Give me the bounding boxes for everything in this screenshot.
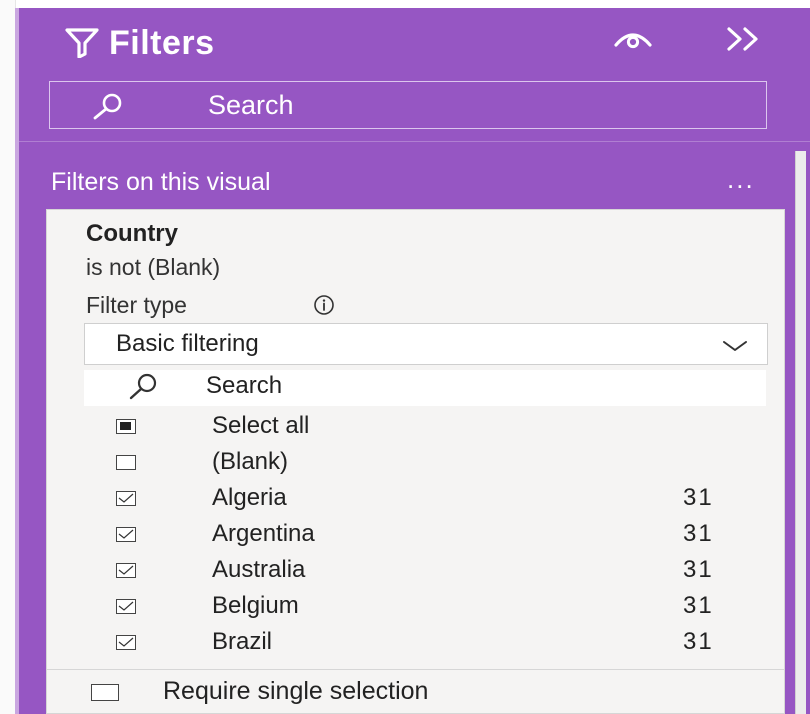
chevron-down-icon xyxy=(721,338,749,359)
filter-values-list: Select all (Blank) Algeria 31 Argentina … xyxy=(84,406,774,668)
unchecked-checkbox[interactable] xyxy=(116,455,136,470)
search-icon xyxy=(126,372,160,405)
list-item-count: 31 xyxy=(683,592,714,619)
filter-type-dropdown[interactable]: Basic filtering xyxy=(84,323,768,365)
list-item-label: Algeria xyxy=(212,484,287,511)
filter-field-name[interactable]: Country xyxy=(86,220,178,248)
checked-checkbox[interactable] xyxy=(116,491,136,506)
list-item-brazil[interactable]: Brazil 31 xyxy=(84,626,774,662)
eye-icon[interactable] xyxy=(613,28,653,55)
section-title: Filters on this visual xyxy=(51,168,271,196)
filter-type-label: Filter type xyxy=(86,292,187,318)
list-item-label: (Blank) xyxy=(212,448,289,475)
collapse-pane-icon[interactable] xyxy=(723,24,765,59)
list-item-belgium[interactable]: Belgium 31 xyxy=(84,590,774,626)
list-item-select-all[interactable]: Select all xyxy=(84,410,774,446)
search-icon xyxy=(90,92,126,125)
checked-checkbox[interactable] xyxy=(116,563,136,578)
list-item-label: Australia xyxy=(212,556,306,583)
list-search-input[interactable]: Search xyxy=(84,370,766,406)
filters-pane: Filters Search Filters on this visual ..… xyxy=(15,8,810,714)
canvas-edge xyxy=(0,0,16,714)
list-item-count: 31 xyxy=(683,520,714,547)
list-item-australia[interactable]: Australia 31 xyxy=(84,554,774,590)
filter-card-country: Country is not (Blank) Filter type Basic… xyxy=(46,209,785,714)
filters-pane-header: Filters xyxy=(15,8,810,76)
list-item-blank[interactable]: (Blank) xyxy=(84,446,774,482)
pane-scrollbar[interactable] xyxy=(795,151,806,714)
list-item-count: 31 xyxy=(683,628,714,655)
filters-search-box[interactable]: Search xyxy=(49,81,767,129)
window-top-strip xyxy=(0,0,810,8)
list-item-argentina[interactable]: Argentina 31 xyxy=(84,518,774,554)
require-single-selection-label: Require single selection xyxy=(163,677,429,705)
require-single-selection[interactable]: Require single selection xyxy=(47,673,784,709)
list-item-count: 31 xyxy=(683,556,714,583)
unchecked-checkbox[interactable] xyxy=(91,684,119,701)
partial-checkbox[interactable] xyxy=(116,419,136,434)
filter-type-value: Basic filtering xyxy=(116,330,259,357)
list-item-label: Select all xyxy=(212,412,310,439)
info-icon[interactable] xyxy=(313,294,335,321)
list-item-label: Brazil xyxy=(212,628,273,655)
header-divider xyxy=(15,141,810,142)
filters-title: Filters xyxy=(109,24,215,62)
checked-checkbox[interactable] xyxy=(116,599,136,614)
pane-left-edge xyxy=(15,8,19,714)
funnel-icon xyxy=(65,28,99,63)
checked-checkbox[interactable] xyxy=(116,527,136,542)
filters-search-placeholder: Search xyxy=(208,90,294,120)
list-item-algeria[interactable]: Algeria 31 xyxy=(84,482,774,518)
more-options-button[interactable]: ... xyxy=(727,164,755,195)
card-divider xyxy=(47,669,784,670)
checked-checkbox[interactable] xyxy=(116,635,136,650)
filter-condition: is not (Blank) xyxy=(86,254,221,280)
list-item-label: Belgium xyxy=(212,592,299,619)
list-item-label: Argentina xyxy=(212,520,315,547)
list-search-placeholder: Search xyxy=(206,372,283,399)
list-item-count: 31 xyxy=(683,484,714,511)
